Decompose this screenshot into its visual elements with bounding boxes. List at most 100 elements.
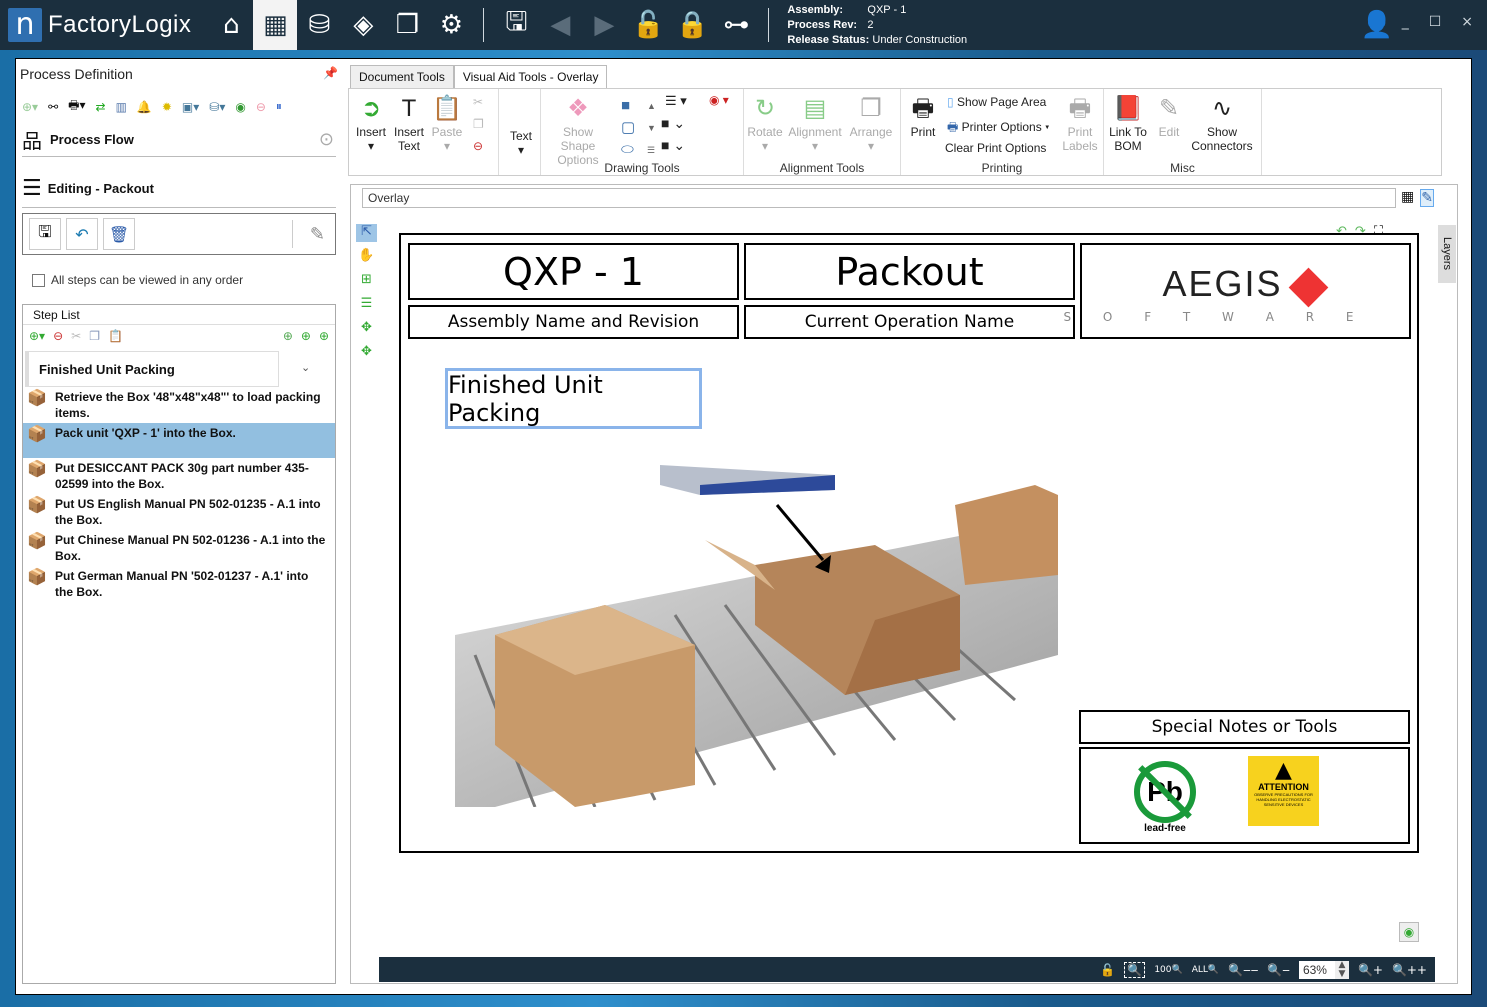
unlock-icon[interactable]: 🔓 xyxy=(626,0,670,50)
shuffle-icon[interactable]: ⇄ xyxy=(96,100,106,114)
show-connectors-button[interactable]: ∿ Show Connectors xyxy=(1188,93,1256,153)
database-import-icon[interactable]: ⛁ xyxy=(297,0,341,50)
paste-icon[interactable]: 📋 xyxy=(108,329,123,343)
overlay-name-field[interactable]: Overlay xyxy=(362,188,1396,208)
cog-icon[interactable]: ✹ xyxy=(162,100,172,114)
text-button[interactable]: Text ▾ xyxy=(503,129,539,157)
zoom-out-more-icon[interactable]: 🔍‒‒ xyxy=(1228,963,1258,977)
properties-icon[interactable]: ▦ xyxy=(1401,189,1414,207)
company-logo-box[interactable]: AEGIS ◆ S O F T W A R E xyxy=(1064,243,1411,339)
find-step-icon[interactable]: ⊕ xyxy=(283,329,293,343)
lock-x-icon[interactable]: 🔒 xyxy=(670,0,714,50)
copy-icon[interactable]: ❐ xyxy=(473,117,484,131)
print-labels-button[interactable]: 🖶 Print Labels xyxy=(1061,93,1099,153)
maximize-button[interactable]: ☐ xyxy=(1429,14,1442,30)
remove-icon[interactable]: ⊖ xyxy=(256,100,266,114)
database-icon[interactable]: ⛁▾ xyxy=(209,100,225,114)
delete-button[interactable]: 🗑 xyxy=(103,218,135,250)
line-color-picker[interactable]: ■ ⌄ xyxy=(661,137,685,154)
assembly-name-box[interactable]: QXP - 1 xyxy=(408,243,739,300)
move-up-icon[interactable]: ⊕ xyxy=(301,329,311,343)
save-button[interactable]: 🖫 xyxy=(29,218,61,250)
assembly-caption-box[interactable]: Assembly Name and Revision xyxy=(408,305,739,339)
select-move-tool-icon[interactable]: ⇱ xyxy=(356,224,377,242)
zoom-selection-icon[interactable]: 🔍 xyxy=(1124,961,1146,978)
packing-image[interactable] xyxy=(455,455,1058,808)
export-icon[interactable]: ▣▾ xyxy=(182,100,199,114)
step-title-box[interactable]: Finished Unit Packing xyxy=(445,368,702,429)
refresh-icon[interactable]: ◉ xyxy=(235,100,245,114)
back-icon[interactable]: ◀ xyxy=(538,0,582,50)
pan-tool-icon[interactable]: ✋ xyxy=(356,248,377,266)
zoom-100-icon[interactable]: 100🔍 xyxy=(1154,965,1182,975)
zoom-all-icon[interactable]: ALL🔍 xyxy=(1192,965,1219,975)
rotate-button[interactable]: ↻ Rotate ▾ xyxy=(746,93,784,153)
refresh-button[interactable]: ◉ xyxy=(1399,922,1419,942)
step-item[interactable]: 📦 Retrieve the Box '48"x48"x48"' to load … xyxy=(23,387,335,423)
shape-gallery[interactable]: ■ ▢ ⬭ xyxy=(621,95,635,161)
edit-notes-icon[interactable]: ✎ xyxy=(310,224,325,245)
delete-icon[interactable]: ⊖ xyxy=(473,139,483,153)
zoom-spinner[interactable]: ▲ ▼ xyxy=(1334,960,1349,979)
show-shape-options-button[interactable]: ❖ Show Shape Options xyxy=(545,93,611,167)
tab-document-tools[interactable]: Document Tools xyxy=(350,65,454,88)
tab-visual-aid-tools[interactable]: Visual Aid Tools - Overlay xyxy=(453,65,608,90)
zoom-level-field[interactable]: 63% xyxy=(1298,960,1335,979)
step-item[interactable]: 📦 Put US English Manual PN 502-01235 - A.… xyxy=(23,494,335,530)
hierarchy-search-icon[interactable]: ⊶ xyxy=(714,0,758,50)
print-icon[interactable]: 🖶▾ xyxy=(68,96,85,117)
grid-tool-icon[interactable]: ⊞ xyxy=(356,272,377,290)
grid-edit-icon[interactable]: ▦ xyxy=(253,0,298,50)
arrange-button[interactable]: ❐ Arrange ▾ xyxy=(846,93,896,153)
checkbox-box[interactable] xyxy=(32,273,45,287)
notes-icons-box[interactable]: Pb lead-free ▲ ATTENTION OBSERVE PRECAUT… xyxy=(1079,747,1410,844)
lock-icon[interactable]: 🔓 xyxy=(1100,963,1115,977)
zoom-in-icon[interactable]: 🔍+ xyxy=(1358,963,1383,977)
step-item[interactable]: 📦 Put DESICCANT PACK 30g part number 435-… xyxy=(23,458,335,494)
close-button[interactable]: × xyxy=(1461,14,1473,30)
step-item[interactable]: 📦 Pack unit 'QXP - 1' into the Box. xyxy=(23,423,335,458)
copy-icon[interactable]: ❐ xyxy=(89,329,100,343)
effects-dropdown[interactable]: ◉ ▾ xyxy=(709,93,729,107)
save-icon[interactable]: 🖫 xyxy=(494,0,538,50)
add-step-icon[interactable]: ⊕▾ xyxy=(29,329,45,343)
cut-icon[interactable]: ✂ xyxy=(473,95,483,109)
operation-caption-box[interactable]: Current Operation Name xyxy=(744,305,1075,339)
navigate-icon[interactable]: ◈ xyxy=(341,0,385,50)
minimize-button[interactable]: _ xyxy=(1402,14,1409,30)
indent-tool-icon[interactable]: ☰ xyxy=(356,296,377,314)
insert-text-button[interactable]: T Insert Text xyxy=(391,93,427,153)
add-icon[interactable]: ⊕▾ xyxy=(22,100,38,114)
layers-tab[interactable]: Layers xyxy=(1438,225,1456,283)
step-group[interactable]: Finished Unit Packing xyxy=(25,351,279,387)
notes-title-box[interactable]: Special Notes or Tools xyxy=(1079,710,1410,744)
clear-print-options-button[interactable]: Clear Print Options xyxy=(945,141,1046,155)
zoom-in-more-icon[interactable]: 🔍++ xyxy=(1392,963,1427,977)
step-item[interactable]: 📦 Put German Manual PN '502-01237 - A.1' … xyxy=(23,566,335,602)
show-page-area-button[interactable]: ▯ Show Page Area xyxy=(947,95,1046,109)
any-order-checkbox[interactable]: All steps can be viewed in any order xyxy=(32,273,243,287)
move-filter-tool-icon[interactable]: ✥ xyxy=(356,344,377,362)
edit-button[interactable]: ✎ Edit xyxy=(1152,93,1186,139)
move-down-icon[interactable]: ⊕ xyxy=(319,329,329,343)
insert-button[interactable]: ➲ Insert ▾ xyxy=(353,93,389,153)
user-logout-icon[interactable]: 👤 xyxy=(1361,10,1393,40)
cut-icon[interactable]: ✂ xyxy=(71,329,81,343)
move-x-tool-icon[interactable]: ✥ xyxy=(356,320,377,338)
fill-color-picker[interactable]: ■ ⌄ xyxy=(661,115,685,132)
link-to-bom-button[interactable]: 📕 Link To BOM xyxy=(1106,93,1150,153)
operation-name-box[interactable]: Packout xyxy=(744,243,1075,300)
edit-overlay-icon[interactable]: ✎ xyxy=(1420,189,1434,207)
home-icon[interactable]: ⌂ xyxy=(209,0,253,50)
remove-step-icon[interactable]: ⊖ xyxy=(53,329,63,343)
binoculars-icon[interactable]: ⚯ xyxy=(48,100,58,114)
presentation-icon[interactable]: ▥ xyxy=(116,100,127,114)
pause-icon[interactable]: ⏸ xyxy=(276,99,282,114)
line-style-dropdown[interactable]: ☰ ▾ xyxy=(665,93,687,109)
bell-icon[interactable]: 🔔 xyxy=(137,100,152,114)
paste-button[interactable]: 📋 Paste ▾ xyxy=(429,93,465,153)
step-item[interactable]: 📦 Put Chinese Manual PN 502-01236 - A.1 i… xyxy=(23,530,335,566)
zoom-out-icon[interactable]: 🔍‒ xyxy=(1267,963,1290,977)
gear-icon[interactable]: ⚙ xyxy=(429,0,473,50)
print-button[interactable]: 🖶 Print xyxy=(905,93,941,139)
